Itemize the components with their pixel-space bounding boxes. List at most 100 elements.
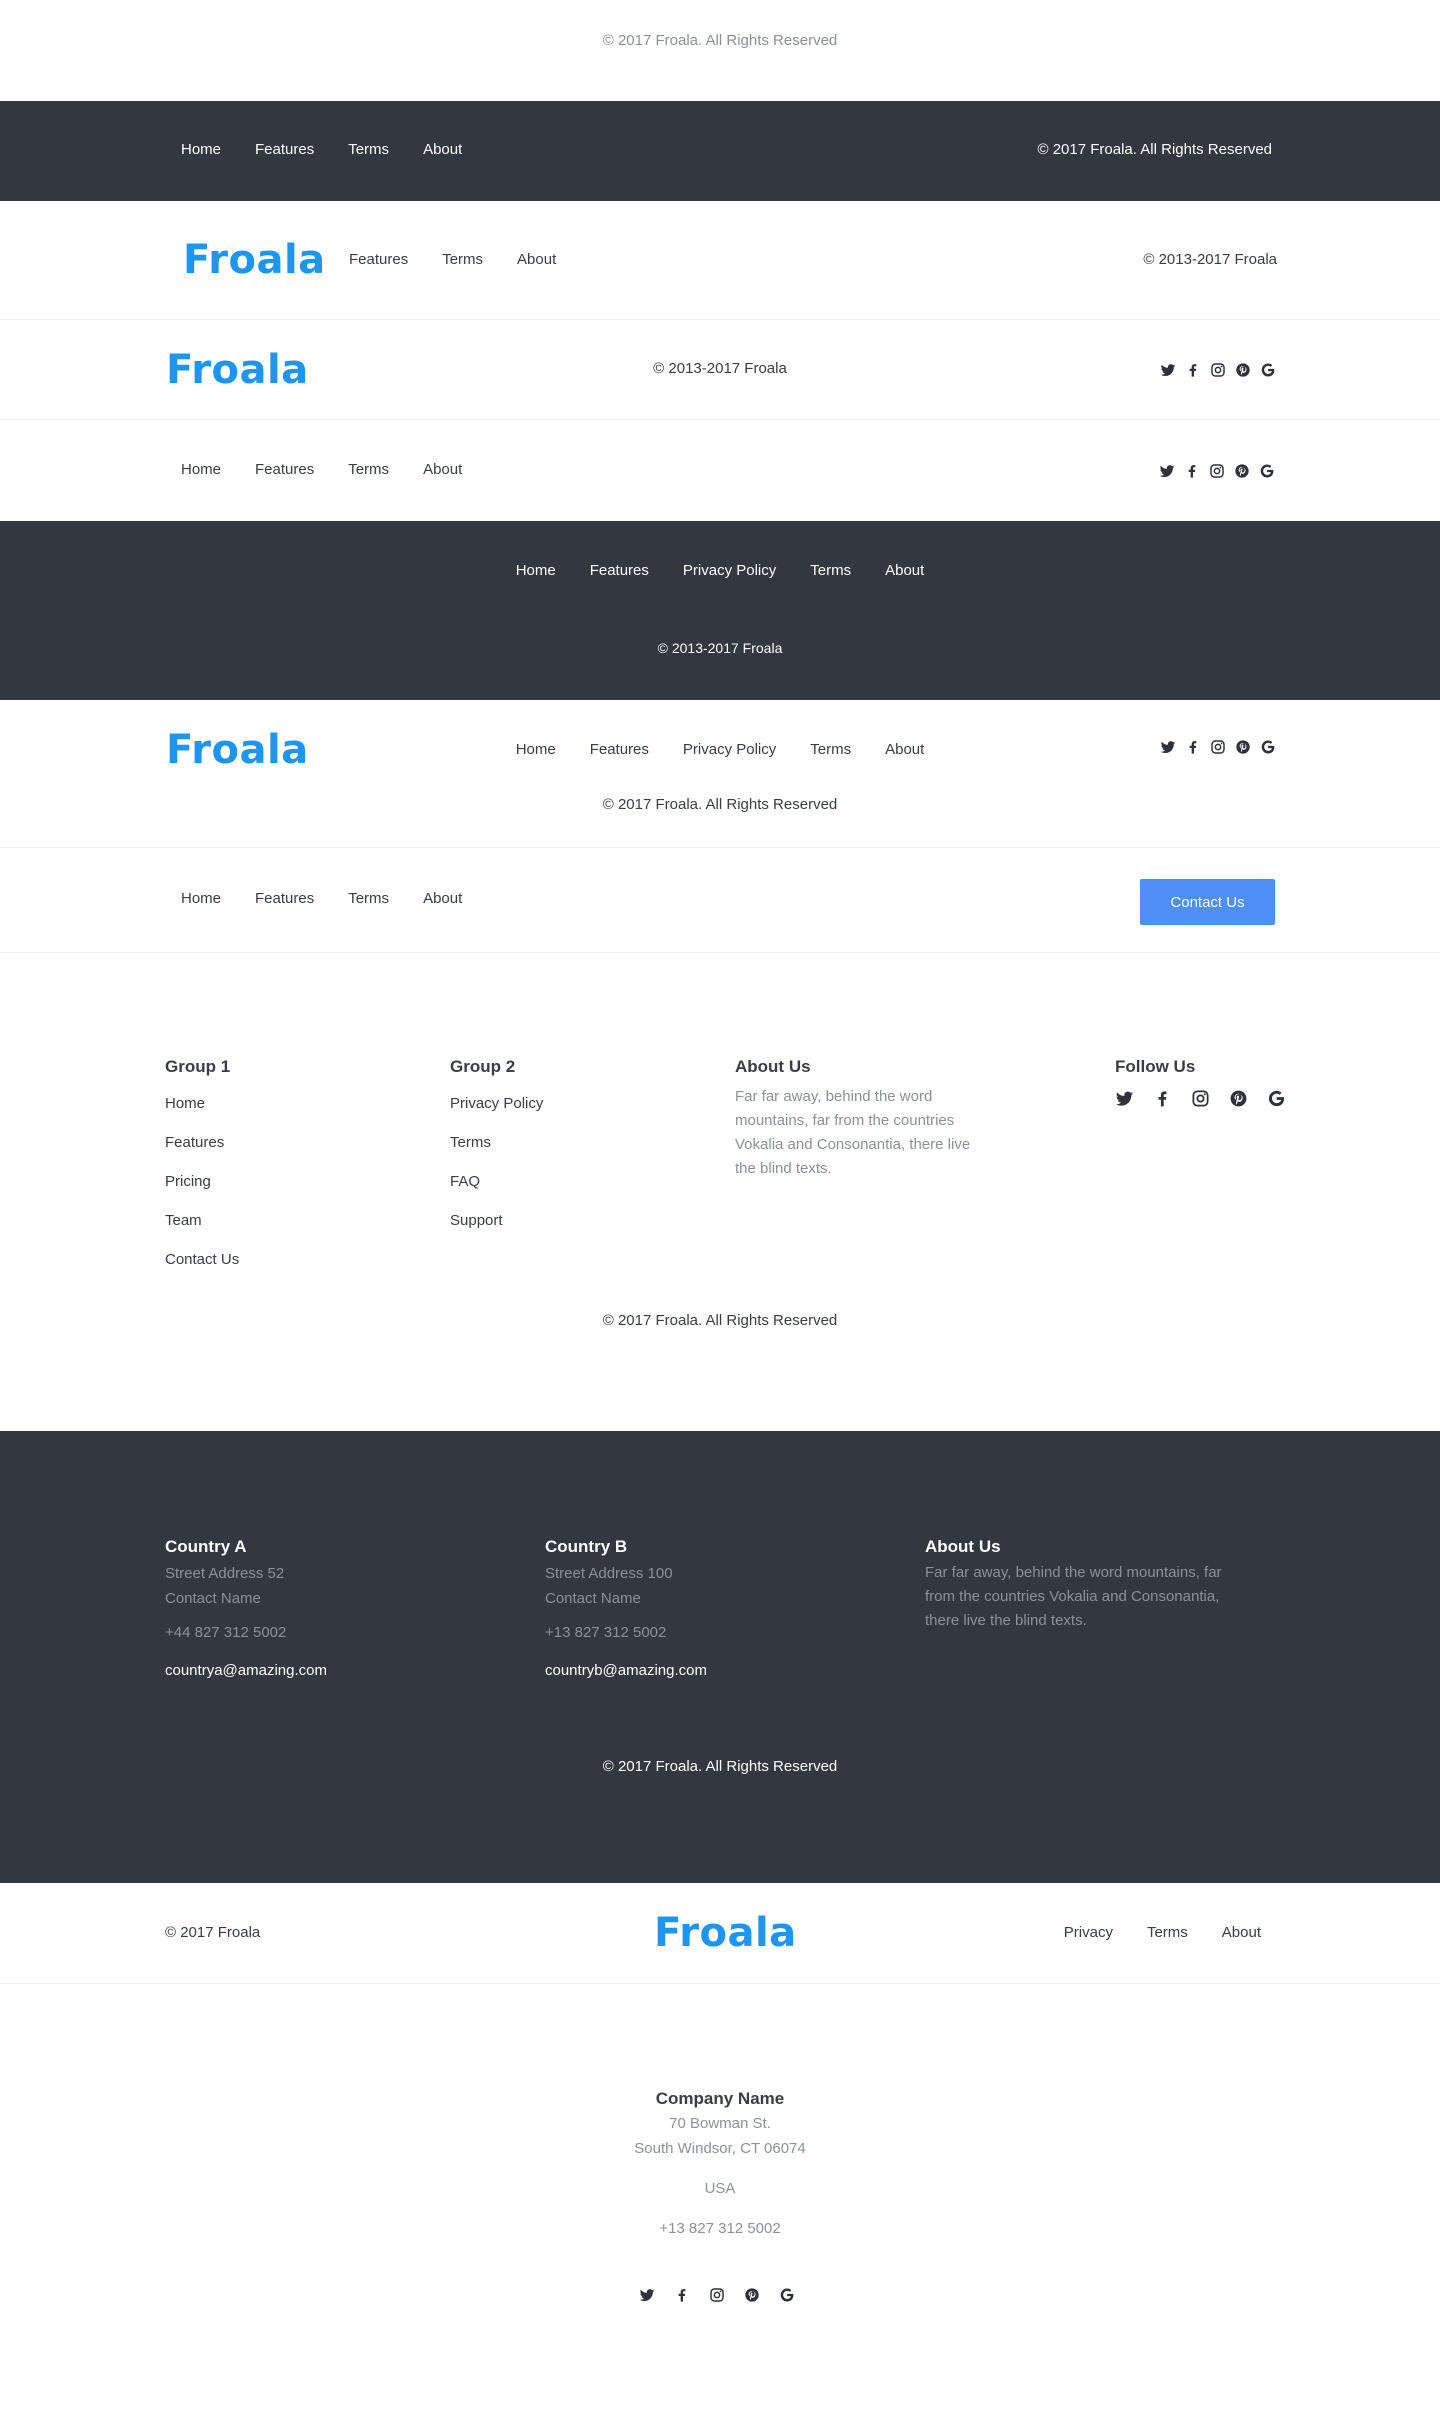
twitter-icon[interactable] [1160,362,1176,378]
instagram-icon[interactable] [1210,739,1226,755]
pinterest-icon[interactable] [1229,1089,1248,1108]
footer-8: Home Features Terms About Contact Us [0,848,1440,953]
nav-terms[interactable]: Terms [348,141,389,158]
nav-terms[interactable]: Terms [810,741,851,758]
copyright: © 2017 Froala. All Rights Reserved [602,796,838,813]
footer-7: Froala Home Features Privacy Policy Term… [0,700,1440,848]
company-phone: +13 827 312 5002 [659,2220,781,2237]
link-contact-us[interactable]: Contact Us [165,1251,239,1268]
link-faq[interactable]: FAQ [450,1173,543,1190]
nav-privacy-policy[interactable]: Privacy Policy [683,562,776,579]
facebook-icon[interactable] [1185,362,1201,378]
country-b-column: Country B Street Address 100 Contact Nam… [545,1537,707,1679]
nav-terms[interactable]: Terms [348,890,389,907]
instagram-icon[interactable] [709,2287,725,2303]
nav-features[interactable]: Features [590,562,649,579]
facebook-icon[interactable] [674,2287,690,2303]
nav-home[interactable]: Home [181,890,221,907]
footer-11: © 2017 Froala Froala Privacy Terms About [0,1883,1440,1984]
nav-features[interactable]: Features [255,141,314,158]
nav-privacy[interactable]: Privacy [1064,1924,1113,1941]
nav-home[interactable]: Home [516,562,556,579]
country-a-email[interactable]: countrya@amazing.com [165,1662,327,1679]
nav-terms[interactable]: Terms [348,461,389,478]
nav-about[interactable]: About [423,890,462,907]
country-b-email[interactable]: countryb@amazing.com [545,1662,707,1679]
nav-terms[interactable]: Terms [810,562,851,579]
nav-features[interactable]: Features [590,741,649,758]
link-support[interactable]: Support [450,1212,543,1229]
link-team[interactable]: Team [165,1212,239,1229]
link-pricing[interactable]: Pricing [165,1173,239,1190]
nav-about[interactable]: About [423,461,462,478]
nav-home[interactable]: Home [181,141,221,158]
google-icon[interactable] [1260,362,1276,378]
page-bottom-spacer [0,2330,1440,2380]
froala-logo[interactable]: Froala [654,1913,797,1953]
froala-logo[interactable]: Froala [183,240,326,280]
twitter-icon[interactable] [1115,1089,1134,1108]
nav-home[interactable]: Home [181,461,221,478]
country-a-contact: Contact Name [165,1590,261,1607]
google-icon[interactable] [1259,463,1275,479]
country-a-column: Country A Street Address 52 Contact Name… [165,1537,327,1679]
nav-home[interactable]: Home [516,741,556,758]
nav-privacy-policy[interactable]: Privacy Policy [683,741,776,758]
about-heading: About Us [735,1057,811,1076]
social-links [1160,362,1276,378]
nav-terms[interactable]: Terms [442,251,483,268]
country-a-heading: Country A [165,1537,247,1556]
footer-nav: Home Features Terms About [181,461,462,478]
nav-features[interactable]: Features [255,461,314,478]
about-text: Far far away, behind the word mountains,… [735,1088,971,1177]
copyright: © 2017 Froala [165,1924,261,1941]
group-1-column: Group 1 Home Features Pricing Team Conta… [165,1057,239,1268]
pinterest-icon[interactable] [744,2287,760,2303]
google-icon[interactable] [1260,739,1276,755]
copyright: © 2013-2017 Froala [1143,251,1277,268]
footer-1: © 2017 Froala. All Rights Reserved [0,0,1440,101]
about-heading: About Us [925,1537,1001,1556]
google-icon[interactable] [779,2287,795,2303]
country-b-phone: +13 827 312 5002 [545,1624,667,1641]
country-b-street: Street Address 100 [545,1565,673,1582]
country-b-heading: Country B [545,1537,628,1556]
nav-about[interactable]: About [423,141,462,158]
pinterest-icon[interactable] [1235,739,1251,755]
twitter-icon[interactable] [1159,463,1175,479]
social-links [1115,1089,1286,1108]
facebook-icon[interactable] [1184,463,1200,479]
footer-nav: Home Features Terms About [181,141,462,158]
twitter-icon[interactable] [639,2287,655,2303]
social-links [1159,463,1275,479]
group-2-column: Group 2 Privacy Policy Terms FAQ Support [450,1057,543,1229]
nav-features[interactable]: Features [349,251,408,268]
link-home[interactable]: Home [165,1095,239,1112]
link-terms[interactable]: Terms [450,1134,543,1151]
nav-about[interactable]: About [517,251,556,268]
twitter-icon[interactable] [1160,739,1176,755]
follow-column: Follow Us [1115,1057,1195,1077]
contact-us-button[interactable]: Contact Us [1140,879,1275,925]
copyright: © 2017 Froala. All Rights Reserved [602,1758,838,1775]
facebook-icon[interactable] [1185,739,1201,755]
link-features[interactable]: Features [165,1134,239,1151]
footer-nav: Home Features Privacy Policy Terms About [0,562,1440,579]
google-icon[interactable] [1267,1089,1286,1108]
nav-terms[interactable]: Terms [1147,1924,1188,1941]
nav-about[interactable]: About [1222,1924,1261,1941]
company-city: South Windsor, CT 06074 [634,2140,806,2157]
pinterest-icon[interactable] [1235,362,1251,378]
nav-about[interactable]: About [885,741,924,758]
nav-about[interactable]: About [885,562,924,579]
facebook-icon[interactable] [1153,1089,1172,1108]
instagram-icon[interactable] [1209,463,1225,479]
about-column: About Us Far far away, behind the word m… [925,1537,1255,1633]
link-privacy-policy[interactable]: Privacy Policy [450,1095,543,1112]
instagram-icon[interactable] [1210,362,1226,378]
pinterest-icon[interactable] [1234,463,1250,479]
instagram-icon[interactable] [1191,1089,1210,1108]
nav-features[interactable]: Features [255,890,314,907]
footer-5: Home Features Terms About [0,420,1440,521]
footer-nav: Home Features Terms About [181,890,462,907]
